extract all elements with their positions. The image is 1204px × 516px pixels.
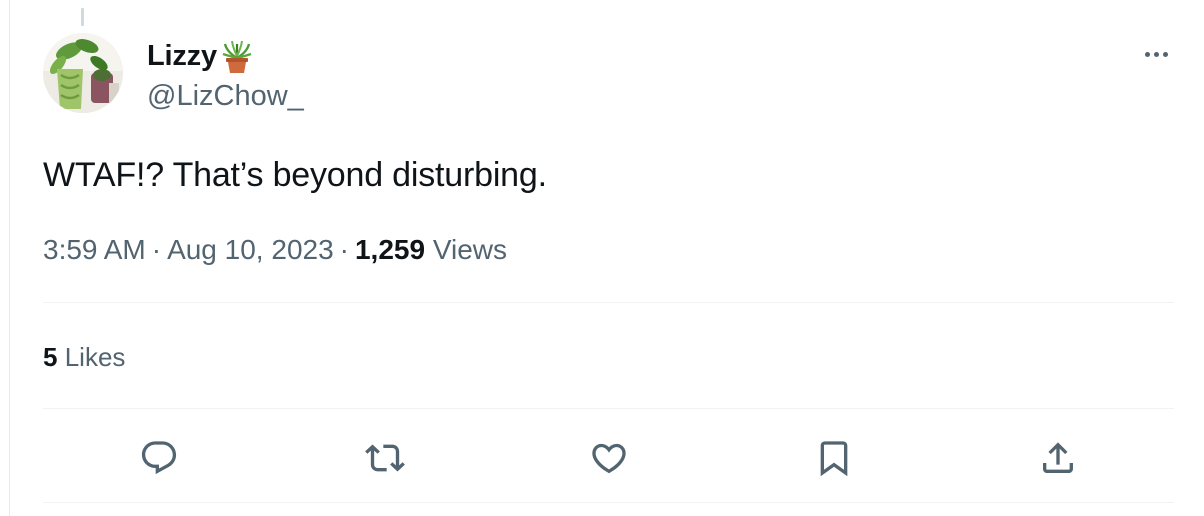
meta-separator: · — [151, 234, 162, 265]
like-button[interactable] — [585, 434, 633, 482]
share-icon — [1043, 442, 1073, 473]
timeline-border — [9, 0, 10, 516]
more-dot — [1144, 51, 1150, 57]
retweet-icon — [365, 444, 405, 472]
tweet-text: WTAF!? That’s beyond disturbing. — [43, 156, 547, 194]
author-handle[interactable]: @LizChow_ — [147, 79, 304, 113]
reply-button[interactable] — [135, 434, 183, 482]
divider — [43, 302, 1174, 303]
bookmark-button[interactable] — [810, 434, 858, 482]
retweet-button[interactable] — [361, 434, 409, 482]
share-button[interactable] — [1034, 434, 1082, 482]
likes-label: Likes — [64, 342, 126, 372]
likes-link[interactable]: 5 Likes — [43, 340, 125, 374]
meta-separator: · — [339, 234, 349, 265]
views-label: Views — [432, 234, 508, 265]
tweet-timestamp-link[interactable]: 3:59 AM · Aug 10, 2023 — [43, 234, 334, 265]
author-display-name-row[interactable]: Lizzy — [147, 38, 253, 74]
tweet-metadata: 3:59 AM · Aug 10, 2023 · 1,259 Views — [43, 232, 507, 268]
more-dot — [1153, 51, 1159, 57]
bookmark-icon — [820, 441, 848, 477]
divider — [43, 502, 1174, 503]
avatar-plant-image — [43, 33, 123, 113]
reply-icon — [141, 441, 177, 475]
thread-connector-line — [81, 8, 84, 26]
tweet-date: Aug 10, 2023 — [167, 234, 334, 265]
more-options-icon[interactable] — [1136, 40, 1176, 68]
divider — [43, 408, 1174, 409]
heart-icon — [592, 443, 626, 474]
likes-count: 5 — [43, 342, 58, 372]
potted-plant-emoji-icon — [221, 38, 253, 74]
views-count: 1,259 — [354, 234, 426, 265]
author-display-name[interactable]: Lizzy — [147, 39, 217, 73]
tweet-time: 3:59 AM — [43, 234, 146, 265]
more-dot — [1162, 51, 1168, 57]
avatar[interactable] — [43, 33, 123, 113]
